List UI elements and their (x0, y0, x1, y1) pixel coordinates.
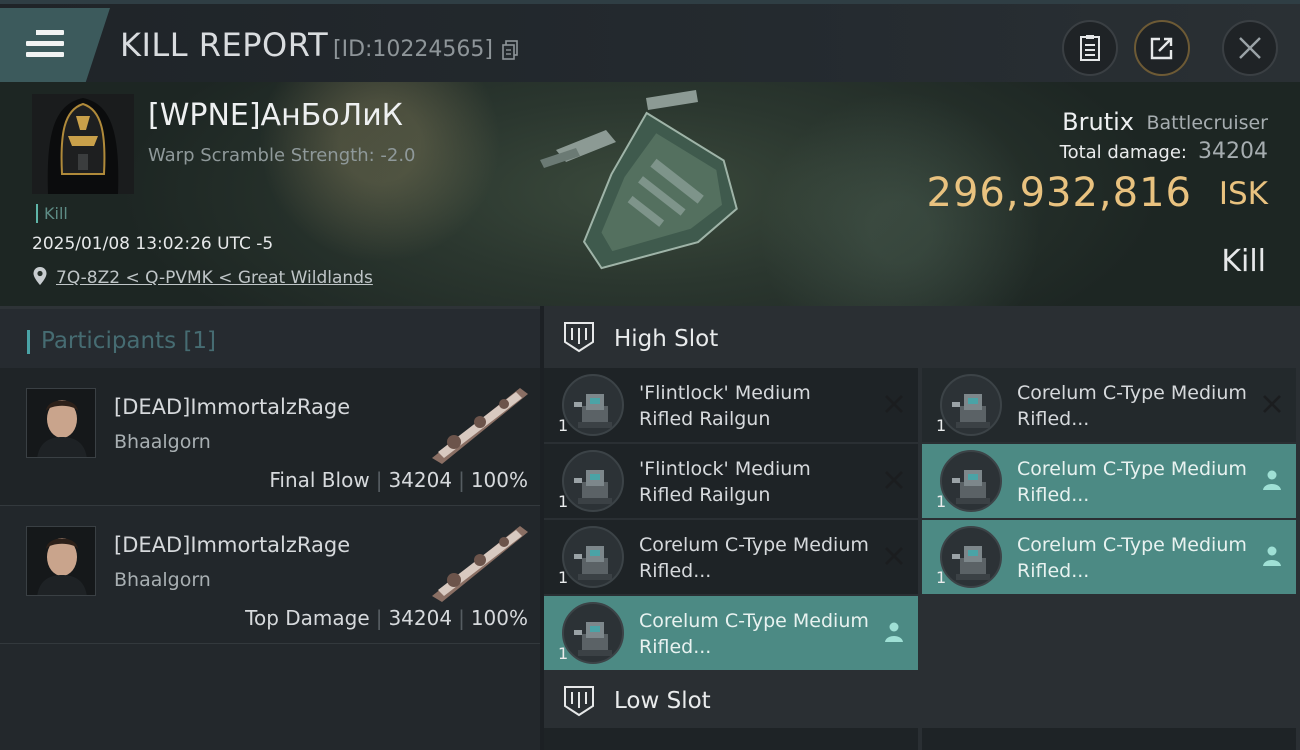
high-slot-title: High Slot (614, 326, 719, 352)
module-quantity: 1 (936, 568, 947, 587)
total-damage-label: Total damage: (1059, 142, 1187, 163)
participant-row[interactable]: [DEAD]ImmortalzRage Bhaalgorn Top Damage… (0, 506, 540, 644)
participant-name[interactable]: [DEAD]ImmortalzRage (114, 395, 350, 419)
module-name: 'Flintlock' Medium Rifled Railgun (639, 458, 811, 506)
location-pin-icon (33, 267, 47, 285)
dropped-person-icon (885, 622, 903, 642)
module-name: 'Flintlock' Medium Rifled Railgun (639, 382, 811, 430)
dropped-person-icon (1263, 470, 1281, 490)
module-tile[interactable]: 1 'Flintlock' Medium Rifled Railgun (544, 368, 918, 442)
victim-portrait[interactable] (32, 94, 134, 194)
weapon-icon (432, 388, 528, 464)
participant-avatar[interactable] (26, 526, 96, 596)
participant-ship: Bhaalgorn (114, 569, 211, 591)
module-quantity: 1 (558, 568, 569, 587)
railgun-icon (940, 374, 1002, 436)
module-name: Corelum C-Type Medium Rifled... (1017, 534, 1247, 582)
participant-percent: 100% (470, 468, 528, 492)
module-quantity: 1 (558, 644, 569, 663)
dropped-person-icon (1263, 546, 1281, 566)
destroyed-x-icon (885, 471, 903, 489)
ship-name[interactable]: Brutix (1062, 108, 1134, 136)
kill-location-link[interactable]: 7Q-8Z2 < Q-PVMK < Great Wildlands (56, 268, 373, 288)
participant-stats: Final Blow | 34204 | 100% (269, 468, 528, 492)
railgun-icon (562, 374, 624, 436)
participants-panel: Participants [1] [DEAD]ImmortalzRage Bha… (0, 306, 540, 750)
participants-title: Participants [1] (41, 328, 216, 354)
close-icon (1239, 37, 1261, 59)
high-slot-header: High Slot (544, 306, 1300, 368)
railgun-icon (562, 526, 624, 588)
participant-ship: Bhaalgorn (114, 431, 211, 453)
participant-role: Final Blow (269, 468, 370, 492)
module-name: Corelum C-Type Medium Rifled... (1017, 458, 1247, 506)
share-button[interactable] (1134, 20, 1190, 76)
participant-avatar[interactable] (26, 388, 96, 458)
module-tile[interactable]: 1 'Flintlock' Medium Rifled Railgun (544, 444, 918, 518)
clipboard-button[interactable] (1062, 20, 1118, 76)
low-slot-icon (564, 686, 594, 717)
report-id: [ID:10224565] (333, 37, 493, 62)
module-quantity: 1 (936, 416, 947, 435)
high-slot-icon (564, 322, 594, 353)
kill-banner: [WPNE]АнБоЛиК Warp Scramble Strength: -2… (0, 82, 1300, 306)
participants-header: Participants [1] (0, 306, 540, 368)
isk-value: 296,932,816 (926, 170, 1192, 216)
participant-name[interactable]: [DEAD]ImmortalzRage (114, 533, 350, 557)
total-damage-value: 34204 (1198, 139, 1268, 164)
share-icon (1150, 37, 1173, 60)
ship-image (540, 90, 738, 270)
module-tile[interactable]: 1 Corelum C-Type Medium Rifled... (922, 368, 1296, 442)
victim-name[interactable]: [WPNE]АнБоЛиК (148, 98, 403, 133)
destroyed-x-icon (1263, 395, 1281, 413)
module-tile[interactable]: 1 Corelum C-Type Medium Rifled... (922, 520, 1296, 594)
ship-class: Battlecruiser (1146, 112, 1268, 134)
page-title: KILL REPORT (120, 26, 329, 64)
menu-button[interactable] (0, 8, 110, 82)
copy-icon[interactable] (502, 40, 518, 60)
railgun-icon (562, 450, 624, 512)
railgun-icon (562, 602, 624, 664)
clipboard-icon (1080, 35, 1100, 61)
warp-scramble-strength: Warp Scramble Strength: -2.0 (148, 145, 416, 166)
destroyed-x-icon (885, 395, 903, 413)
module-tile[interactable]: 1 Corelum C-Type Medium Rifled... (544, 596, 918, 670)
module-quantity: 1 (936, 492, 947, 511)
kill-result: Kill (1221, 244, 1266, 279)
low-slot-module-peek[interactable] (544, 728, 918, 750)
module-quantity: 1 (558, 492, 569, 511)
railgun-icon (940, 450, 1002, 512)
participant-stats: Top Damage | 34204 | 100% (245, 606, 528, 630)
participant-row[interactable]: [DEAD]ImmortalzRage Bhaalgorn Final Blow… (0, 368, 540, 506)
close-button[interactable] (1222, 20, 1278, 76)
kill-datetime: 2025/01/08 13:02:26 UTC -5 (32, 234, 274, 254)
low-slot-title: Low Slot (614, 688, 711, 714)
low-slot-module-peek[interactable] (922, 728, 1296, 750)
participant-damage: 34204 (388, 606, 453, 630)
participant-percent: 100% (470, 606, 528, 630)
isk-unit: ISK (1218, 176, 1268, 212)
module-tile[interactable]: 1 Corelum C-Type Medium Rifled... (544, 520, 918, 594)
module-quantity: 1 (558, 416, 569, 435)
high-slot-modules: 1 'Flintlock' Medium Rifled Railgun 1 Corel… (544, 368, 1300, 672)
fitting-panel: High Slot 1 'Flintlock' Medium Rifled Rai… (544, 306, 1300, 750)
destroyed-x-icon (885, 547, 903, 565)
railgun-icon (940, 526, 1002, 588)
low-slot-header: Low Slot (544, 672, 1300, 728)
module-name: Corelum C-Type Medium Rifled... (639, 534, 869, 582)
top-bar: KILL REPORT [ID:10224565] (0, 0, 1300, 82)
participant-damage: 34204 (388, 468, 453, 492)
module-tile[interactable]: 1 Corelum C-Type Medium Rifled... (922, 444, 1296, 518)
participant-role: Top Damage (245, 606, 370, 630)
module-name: Corelum C-Type Medium Rifled... (639, 610, 869, 658)
weapon-icon (432, 526, 528, 602)
kill-tag: Kill (36, 204, 68, 223)
module-name: Corelum C-Type Medium Rifled... (1017, 382, 1247, 430)
